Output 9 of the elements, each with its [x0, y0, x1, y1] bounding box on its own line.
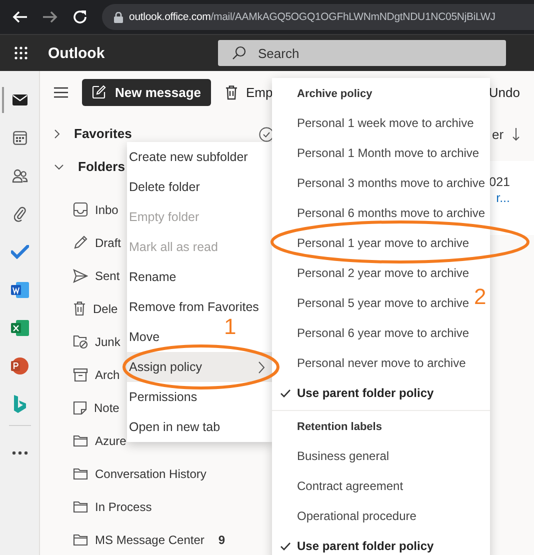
unread-count: 9	[218, 532, 225, 546]
section-heading: Retention labels	[296, 420, 383, 435]
section-heading: Archive policy	[296, 87, 374, 102]
message-date: 021	[489, 175, 510, 189]
message-preview: r...	[496, 191, 510, 205]
url-host: outlook.office.com	[129, 11, 211, 23]
url-path: /mail/AAMkAGQ5OGQ1OGFhLWNmNDgtNDU1NC05NjBiLWJ	[210, 11, 496, 23]
annotation-number: 2	[474, 286, 486, 308]
app-title: Outlook	[48, 44, 106, 62]
